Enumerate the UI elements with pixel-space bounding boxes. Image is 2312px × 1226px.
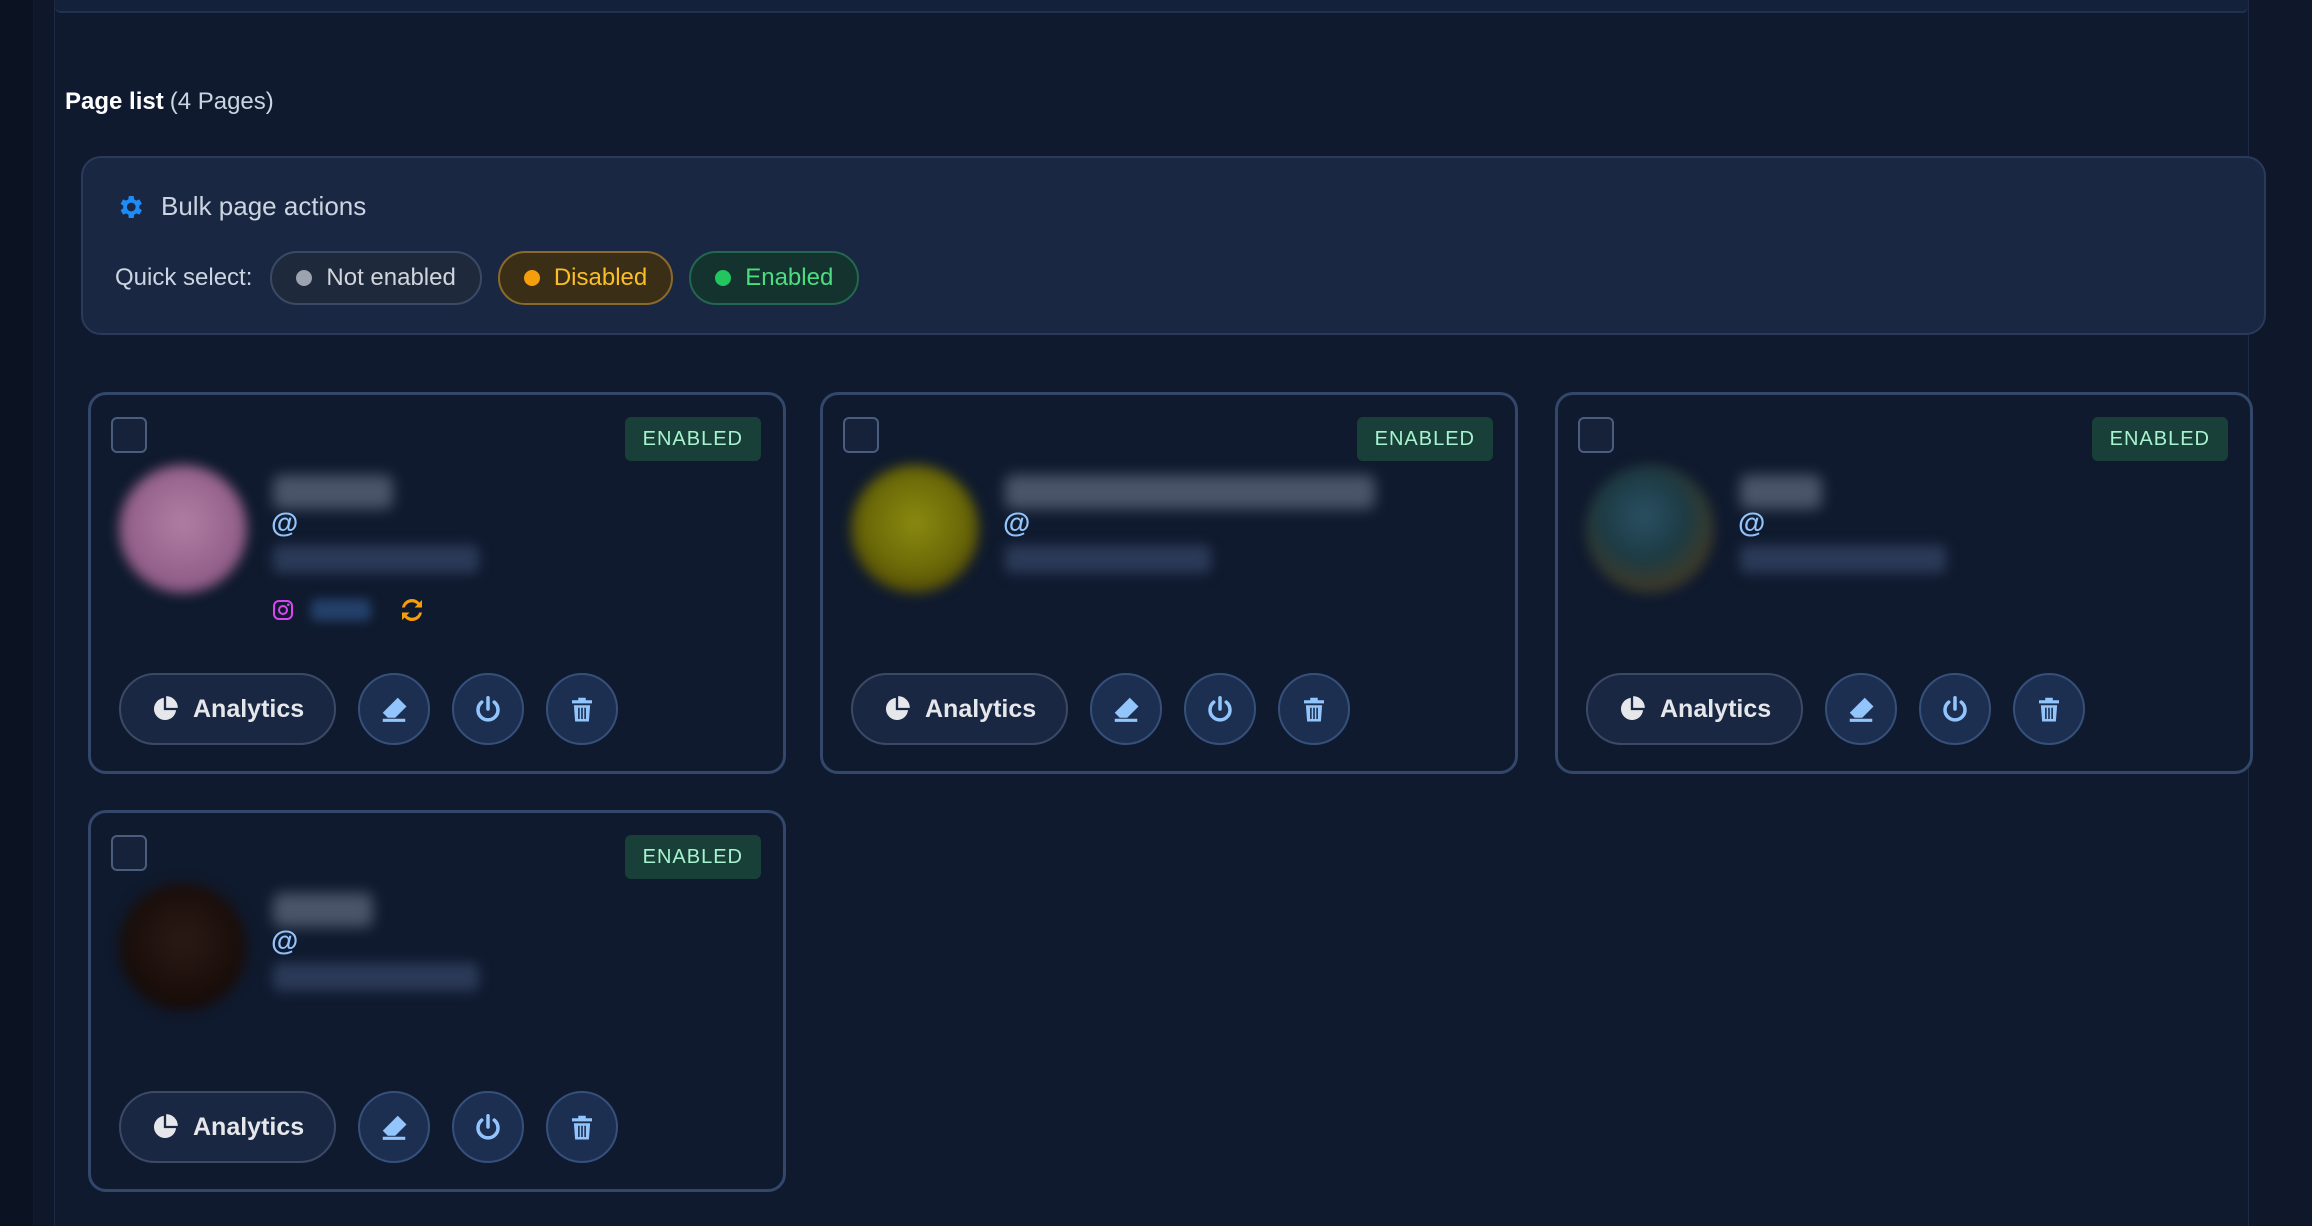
chip-enabled[interactable]: Enabled (689, 251, 860, 305)
analytics-button[interactable]: Analytics (119, 673, 337, 745)
power-button[interactable] (1184, 673, 1257, 745)
card-actions: Analytics (1586, 673, 2086, 745)
handle-redacted (273, 545, 479, 573)
card-actions: Analytics (119, 673, 619, 745)
trash-icon (1304, 697, 1325, 722)
chip-not-enabled[interactable]: Not enabled (270, 251, 482, 305)
trash-icon (2039, 697, 2060, 722)
at-icon: @ (1003, 507, 1031, 538)
chip-disabled[interactable]: Disabled (497, 251, 674, 305)
gear-icon (120, 195, 142, 218)
delete-button[interactable] (546, 1091, 619, 1163)
eraser-icon (1849, 697, 1874, 722)
bulk-actions-panel: Bulk page actions Quick select: Not enab… (81, 156, 2266, 335)
page-name-redacted (1740, 475, 1822, 509)
avatar (119, 883, 247, 1011)
analytics-button[interactable]: Analytics (1586, 673, 1804, 745)
power-button[interactable] (452, 673, 525, 745)
platform-row (271, 595, 427, 625)
page-card: ENABLED @ Analytics (88, 810, 786, 1192)
chip-label: Enabled (745, 264, 834, 291)
page-name-redacted (273, 893, 373, 927)
delete-button[interactable] (546, 673, 619, 745)
page-card: ENABLED @ Analytics (820, 392, 1518, 774)
power-icon (476, 696, 500, 722)
analytics-label: Analytics (193, 694, 305, 723)
erase-button[interactable] (358, 673, 431, 745)
page-list-title: Page list (65, 88, 164, 115)
eraser-icon (382, 697, 407, 722)
power-button[interactable] (1919, 673, 1992, 745)
quick-select-row: Quick select: Not enabled Disabled Enabl… (115, 251, 875, 305)
eraser-icon (382, 1115, 407, 1140)
bulk-actions-title: Bulk page actions (161, 191, 367, 221)
status-dot-gray (296, 270, 313, 286)
page-card: ENABLED @ Analytics (1555, 392, 2253, 774)
page-count: (4 Pages) (169, 88, 274, 115)
select-checkbox[interactable] (111, 417, 147, 453)
analytics-label: Analytics (193, 1112, 305, 1141)
eraser-icon (1114, 697, 1139, 722)
handle-redacted (1740, 545, 1946, 573)
erase-button[interactable] (1090, 673, 1163, 745)
pie-chart-icon (153, 696, 178, 721)
platform-tag-redacted (311, 599, 371, 621)
quick-select-label: Quick select: (115, 264, 253, 291)
bulk-actions-header: Bulk page actions (115, 191, 366, 222)
select-checkbox[interactable] (111, 835, 147, 871)
power-icon (1208, 696, 1232, 722)
erase-button[interactable] (358, 1091, 431, 1163)
delete-button[interactable] (2013, 673, 2086, 745)
status-badge: ENABLED (2091, 417, 2228, 461)
trash-icon (572, 697, 593, 722)
trash-icon (572, 1115, 593, 1140)
chip-label: Disabled (553, 264, 648, 291)
handle-redacted (1005, 545, 1211, 573)
card-actions: Analytics (851, 673, 1351, 745)
card-actions: Analytics (119, 1091, 619, 1163)
status-dot-amber (523, 270, 540, 286)
status-badge: ENABLED (1356, 417, 1493, 461)
power-icon (1943, 696, 1967, 722)
avatar (851, 465, 979, 593)
at-icon: @ (271, 507, 299, 538)
pie-chart-icon (885, 696, 910, 721)
select-checkbox[interactable] (1578, 417, 1614, 453)
page-list-heading: Page list (4 Pages) (65, 88, 274, 116)
sync-icon[interactable] (397, 595, 427, 625)
power-button[interactable] (452, 1091, 525, 1163)
at-icon: @ (1738, 507, 1766, 538)
at-icon: @ (271, 925, 299, 956)
status-badge: ENABLED (624, 835, 761, 879)
select-checkbox[interactable] (843, 417, 879, 453)
status-dot-green (715, 270, 732, 286)
avatar (119, 465, 247, 593)
chip-label: Not enabled (326, 264, 456, 291)
page-name-redacted (1005, 475, 1375, 509)
pie-chart-icon (1620, 696, 1645, 721)
pie-chart-icon (153, 1114, 178, 1139)
page-name-redacted (273, 475, 393, 509)
instagram-icon (273, 600, 293, 620)
analytics-button[interactable]: Analytics (851, 673, 1069, 745)
power-icon (476, 1114, 500, 1140)
analytics-label: Analytics (1660, 694, 1772, 723)
top-section-edge (55, 0, 2248, 13)
left-sidebar-edge (0, 0, 34, 1226)
analytics-button[interactable]: Analytics (119, 1091, 337, 1163)
status-badge: ENABLED (624, 417, 761, 461)
analytics-label: Analytics (925, 694, 1037, 723)
erase-button[interactable] (1825, 673, 1898, 745)
page-card: ENABLED @ Analytics (88, 392, 786, 774)
delete-button[interactable] (1278, 673, 1351, 745)
handle-redacted (273, 963, 479, 991)
avatar (1586, 465, 1714, 593)
